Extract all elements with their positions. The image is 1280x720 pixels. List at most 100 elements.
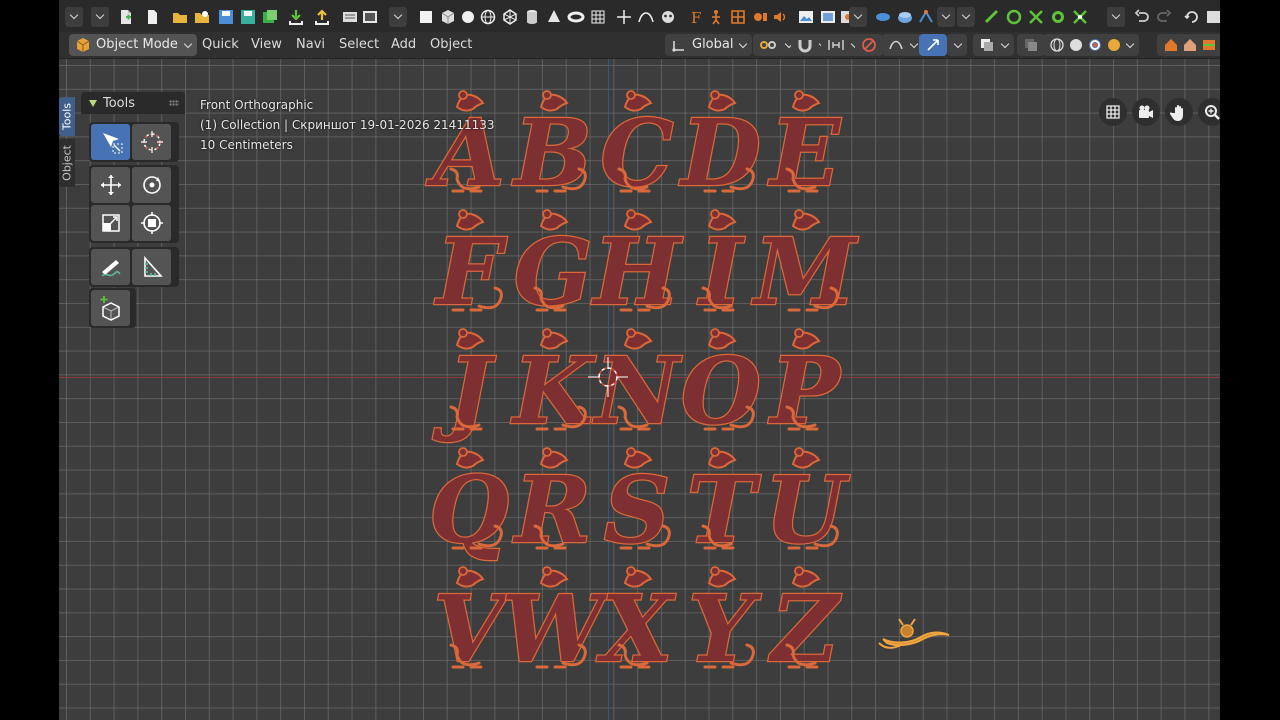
menu-navi[interactable]: Navi (296, 36, 325, 54)
empty-axes-icon[interactable] (615, 7, 633, 27)
rat-letter-y[interactable]: Y (687, 566, 763, 684)
curve-icon[interactable] (637, 7, 655, 27)
rat-letter-n[interactable]: N (591, 328, 683, 446)
camera-object-icon[interactable] (819, 7, 837, 27)
gizmo-toggle[interactable] (919, 34, 947, 56)
screen-icon[interactable] (1205, 7, 1220, 27)
rat-letter-o[interactable]: O (680, 328, 762, 446)
ico-sphere-icon[interactable] (501, 7, 519, 27)
toggle-grid-view[interactable] (1099, 98, 1127, 126)
rat-letter-p[interactable]: P (766, 328, 844, 446)
rat-letter-b[interactable]: B (510, 90, 593, 208)
add-cube-tool[interactable] (91, 290, 130, 326)
physics-icon[interactable] (983, 7, 1001, 27)
menu-view[interactable]: View (251, 36, 282, 54)
rat-letter-u[interactable]: U (764, 447, 851, 565)
tools-panel-header[interactable]: Tools (81, 92, 185, 114)
rat-letter-m[interactable]: M (750, 209, 860, 327)
menu-select[interactable]: Select (339, 36, 379, 54)
rat-letter-f[interactable]: F (432, 209, 509, 327)
cursor-tool[interactable] (132, 124, 171, 160)
uv-sphere-icon[interactable] (479, 7, 497, 27)
cone-primitive-icon[interactable] (545, 7, 563, 27)
file-icon[interactable] (143, 7, 161, 27)
rat-letter-e[interactable]: E (766, 90, 843, 208)
zoom-view[interactable] (1198, 98, 1220, 126)
monkey-icon[interactable] (659, 7, 677, 27)
chevron-down-icon[interactable] (91, 7, 109, 27)
rat-letter-k[interactable]: K (509, 328, 598, 446)
chevron-down-icon[interactable] (1107, 7, 1125, 27)
save-as-icon[interactable] (239, 7, 257, 27)
pan-view[interactable] (1165, 98, 1193, 126)
tab-object[interactable]: Object (59, 139, 75, 187)
transform-tool[interactable] (132, 205, 171, 241)
falloff-selector[interactable] (882, 34, 923, 56)
image-icon[interactable] (797, 7, 815, 27)
menu-quick[interactable]: Quick (202, 36, 239, 54)
save-icon[interactable] (217, 7, 235, 27)
xray-toggle[interactable] (1017, 34, 1045, 56)
undo-icon[interactable] (1133, 7, 1151, 27)
preferences-icon[interactable] (341, 7, 359, 27)
select-box-tool[interactable] (91, 124, 130, 160)
particles-icon[interactable] (1005, 7, 1023, 27)
mode-selector[interactable]: Object Mode (69, 34, 197, 56)
chevron-down-icon[interactable] (937, 7, 955, 27)
chevron-down-icon[interactable] (389, 7, 407, 27)
lattice-icon[interactable] (729, 7, 747, 27)
proportional-edit[interactable] (855, 34, 883, 56)
rat-letter-r[interactable]: R (511, 447, 592, 565)
text-object-icon[interactable]: F (687, 7, 705, 27)
mirror-icon[interactable] (1071, 7, 1089, 27)
circle-primitive-icon[interactable] (459, 7, 477, 27)
cylinder-primitive-icon[interactable] (523, 7, 541, 27)
rat-letter-h[interactable]: H (589, 209, 685, 327)
rat-letter-s[interactable]: S (603, 447, 671, 565)
open-folder-icon[interactable] (171, 7, 189, 27)
rat-letter-i[interactable]: I (695, 209, 747, 327)
rat-letter-z[interactable]: Z (766, 566, 843, 684)
cloth-icon[interactable] (896, 7, 914, 27)
rat-letter-w[interactable]: W (500, 566, 614, 684)
rat-letter-t[interactable]: T (686, 447, 763, 565)
rat-alphabet-mesh[interactable]: A B C D EF G H I MJ K N O PQ R S T UVWX Y Z (59, 59, 1220, 720)
chevron-down-icon[interactable] (65, 7, 83, 27)
grid-primitive-icon[interactable] (589, 7, 607, 27)
measure-tool[interactable] (132, 249, 171, 285)
transform-orientation[interactable]: Global (665, 34, 753, 56)
rat-letter-j[interactable]: J (431, 328, 497, 446)
modifier-icon[interactable] (874, 7, 892, 27)
misc-toggles[interactable] (1157, 34, 1220, 56)
render-icon[interactable] (361, 7, 379, 27)
cube-primitive-icon[interactable] (439, 7, 457, 27)
move-tool[interactable] (91, 167, 130, 203)
history-icon[interactable] (1183, 7, 1201, 27)
menu-add[interactable]: Add (391, 36, 416, 54)
shading-modes[interactable] (1043, 34, 1139, 56)
rat-letter-x[interactable]: X (595, 566, 678, 684)
plane-primitive-icon[interactable] (417, 7, 435, 27)
small-rat-ornament[interactable] (878, 618, 950, 649)
toggle-camera-view[interactable] (1132, 98, 1160, 126)
boolean-icon[interactable] (1049, 7, 1067, 27)
speaker-icon[interactable] (771, 7, 789, 27)
gizmo-dropdown[interactable] (947, 34, 967, 56)
chevron-down-icon[interactable] (957, 7, 975, 27)
armature-icon[interactable] (707, 7, 725, 27)
import-icon[interactable] (287, 7, 305, 27)
light-icon[interactable] (751, 7, 769, 27)
redo-icon[interactable] (1155, 7, 1173, 27)
constraint-icon[interactable] (917, 7, 935, 27)
folder-recent-icon[interactable] (193, 7, 211, 27)
torus-primitive-icon[interactable] (567, 7, 585, 27)
rat-letter-g[interactable]: G (512, 209, 594, 327)
new-file-icon[interactable] (117, 7, 135, 27)
overlays-toggle[interactable] (973, 34, 1014, 56)
rat-letter-q[interactable]: Q (428, 447, 510, 565)
shrinkwrap-icon[interactable] (1027, 7, 1045, 27)
rat-letter-d[interactable]: D (677, 90, 762, 208)
scale-tool[interactable] (91, 205, 130, 241)
rotate-tool[interactable] (132, 167, 171, 203)
menu-object[interactable]: Object (430, 36, 472, 54)
